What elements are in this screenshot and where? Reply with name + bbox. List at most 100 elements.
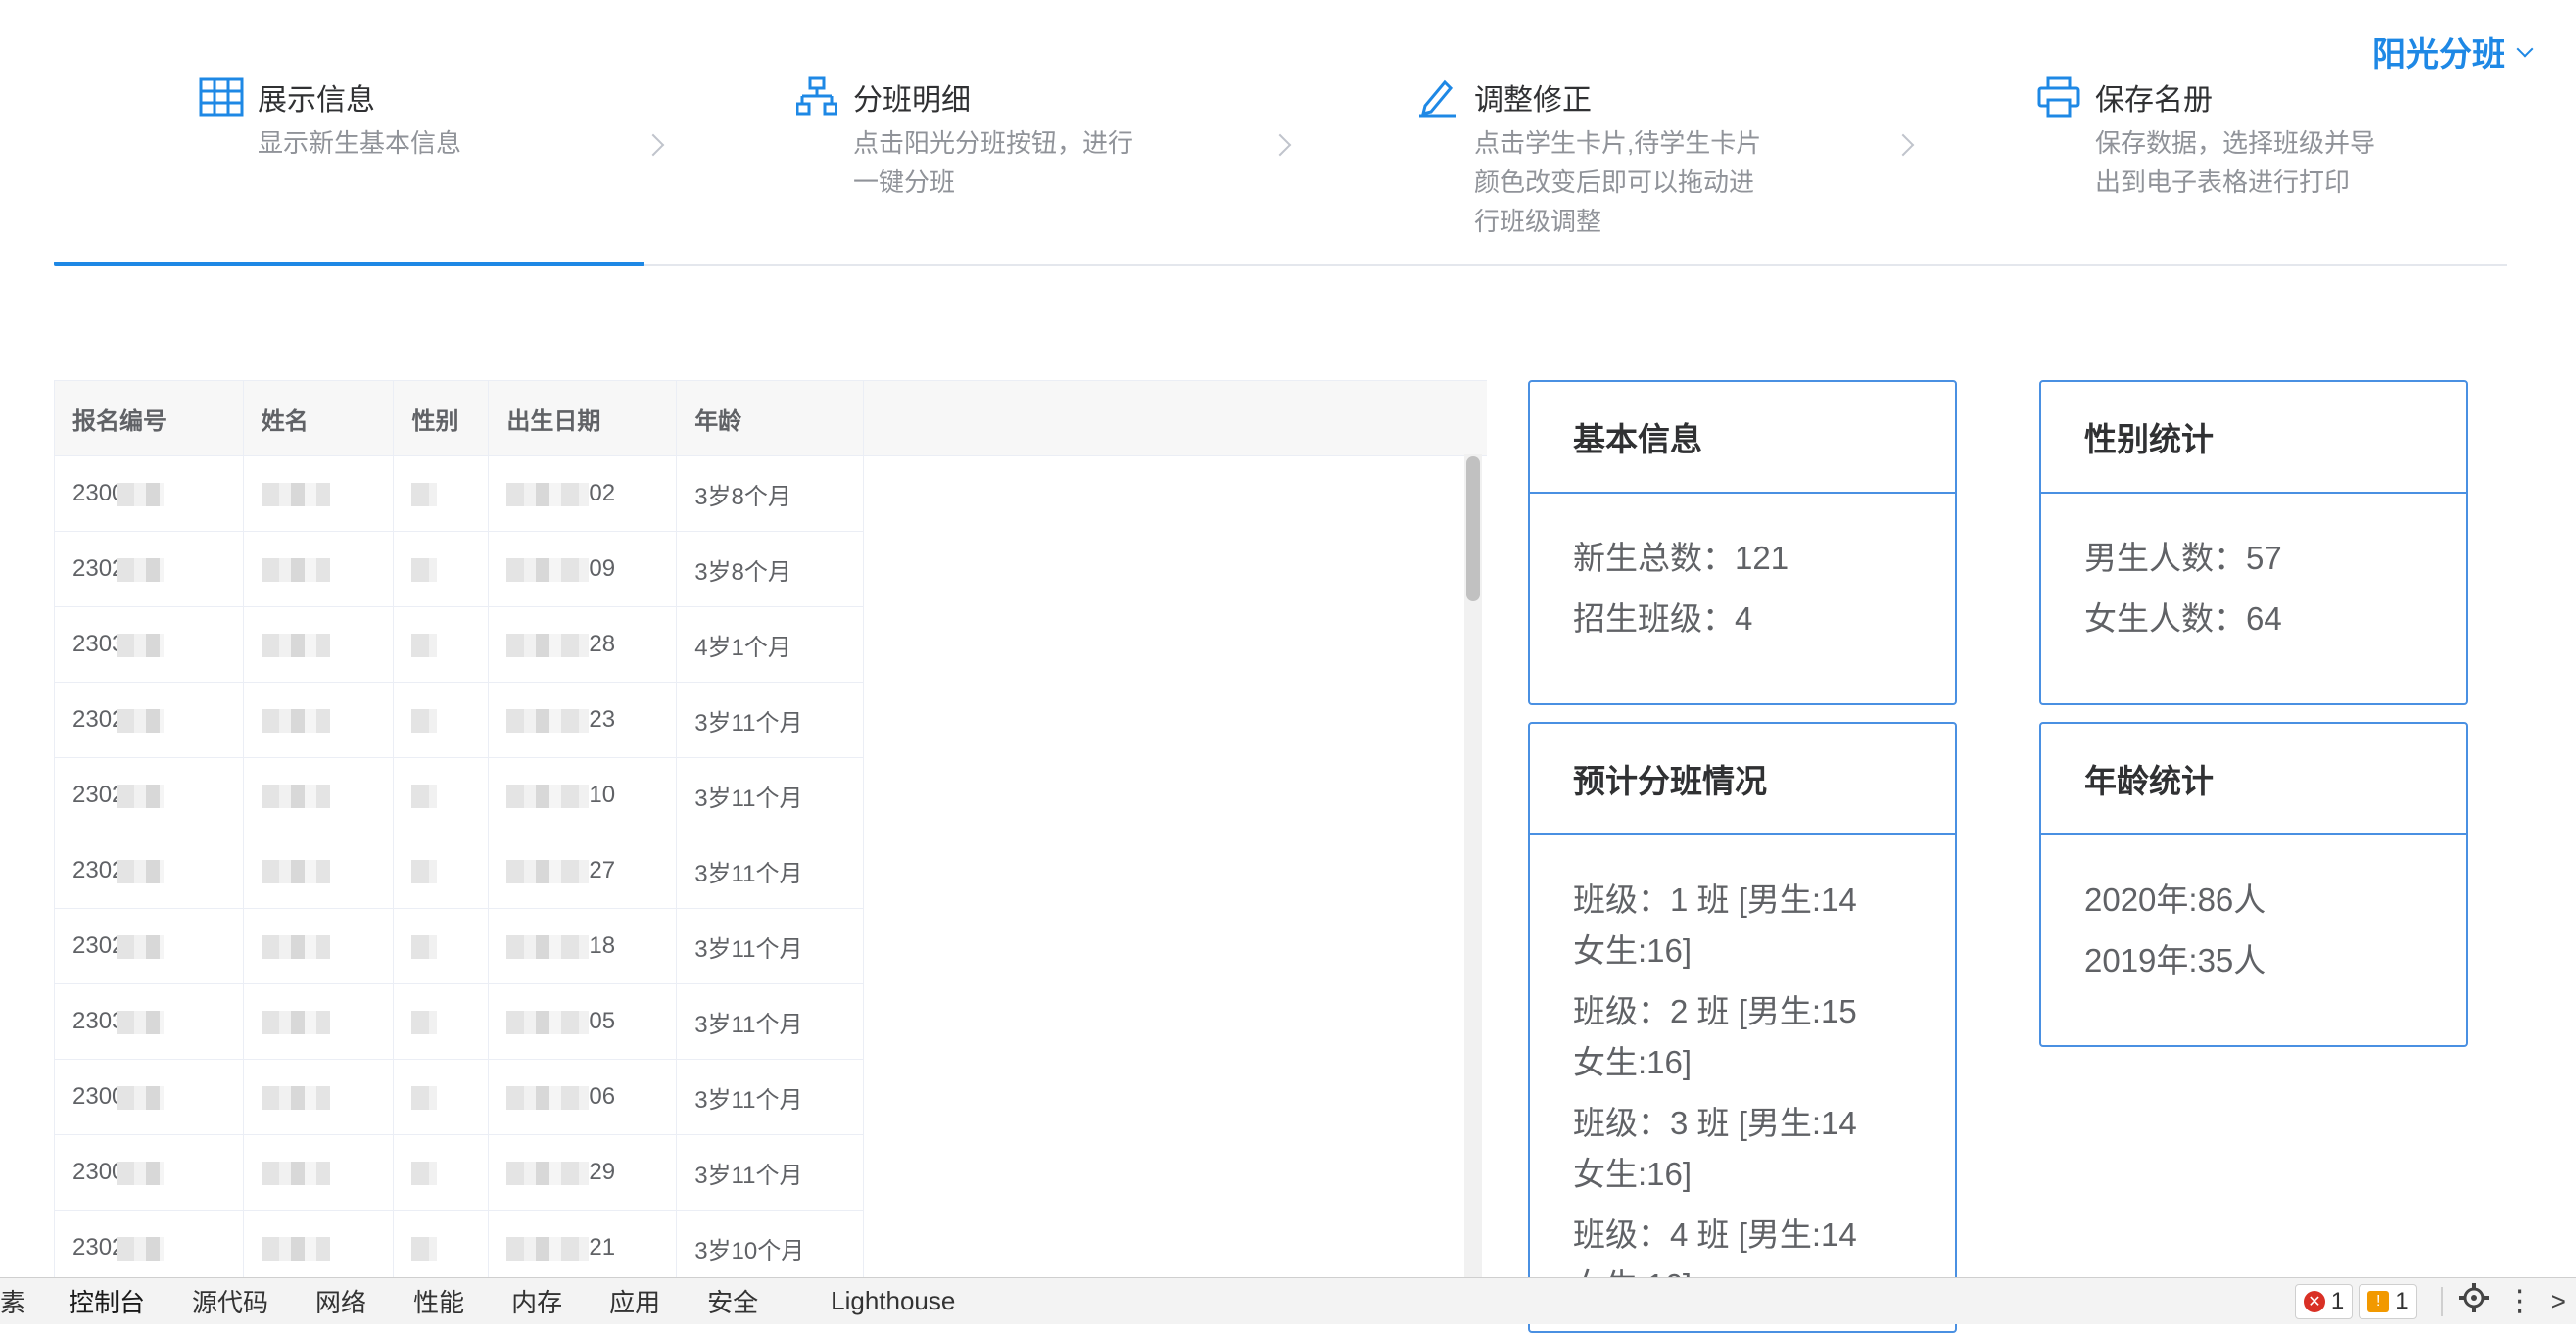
step-arrow-icon (642, 133, 665, 157)
header-registration-id[interactable]: 报名编号 (55, 381, 244, 456)
cell-age: 3岁11个月 (676, 757, 864, 833)
card-class-forecast: 预计分班情况 班级：1 班 [男生:14 女生:16] 班级：2 班 [男生:1… (1528, 722, 1957, 1333)
devtools-tab-lighthouse[interactable]: Lighthouse (831, 1286, 955, 1316)
table-row[interactable]: 2302 23 3岁11个月 (55, 682, 864, 758)
org-chart-icon (794, 74, 839, 119)
card-gender-stats: 性别统计 男生人数：57 女生人数：64 (2039, 380, 2468, 705)
close-icon[interactable]: > (2551, 1286, 2566, 1317)
table-scrollbar[interactable] (1464, 454, 1482, 1277)
cell-gender (393, 983, 490, 1060)
scrollbar-thumb[interactable] (1466, 456, 1480, 601)
step-desc: 显示新生基本信息 (258, 128, 462, 158)
table-row[interactable]: 2302 21 3岁10个月 (55, 1210, 864, 1278)
step-desc: 点击阳光分班按钮，进行一键分班 (853, 128, 1134, 197)
card-line: 班级：2 班 [男生:15 女生:16] (1573, 993, 1857, 1080)
table-row[interactable]: 2302 10 3岁11个月 (55, 757, 864, 833)
cell-gender (393, 1210, 490, 1278)
card-age-stats: 年龄统计 2020年:86人 2019年:35人 (2039, 722, 2468, 1047)
cell-gender (393, 1059, 490, 1135)
header-age[interactable]: 年龄 (676, 381, 864, 456)
cell-birthdate: 23 (488, 682, 678, 758)
devtools-separator (2440, 1286, 2443, 1316)
cell-registration-id: 2300 (55, 1134, 244, 1211)
card-line: 招生班级：4 (1573, 600, 1753, 637)
table-row[interactable]: 2303 05 3岁11个月 (55, 983, 864, 1060)
devtools-tab-elements[interactable]: 素 (0, 1283, 25, 1319)
cell-name (243, 908, 395, 984)
card-line: 2020年:86人 (2084, 881, 2266, 918)
cell-name (243, 833, 395, 909)
cell-age: 3岁11个月 (676, 983, 864, 1060)
cell-name (243, 606, 395, 683)
cell-birthdate: 28 (488, 606, 678, 683)
more-vertical-icon[interactable]: ⋮ (2505, 1284, 2535, 1318)
table-row[interactable]: 2302 09 3岁8个月 (55, 531, 864, 607)
header-gender[interactable]: 性别 (393, 381, 490, 456)
table-row[interactable]: 2300 29 3岁11个月 (55, 1134, 864, 1211)
warning-count-badge[interactable]: ! 1 (2359, 1283, 2417, 1319)
warning-count: 1 (2395, 1287, 2409, 1314)
cell-gender (393, 531, 490, 607)
cell-registration-id: 2302 (55, 908, 244, 984)
cell-registration-id: 2303 (55, 983, 244, 1060)
cell-registration-id: 2302 (55, 682, 244, 758)
table-row[interactable]: 2302 18 3岁11个月 (55, 908, 864, 984)
step-show-info[interactable]: 展示信息 显示新生基本信息 (199, 74, 551, 163)
table-row[interactable]: 2300 06 3岁11个月 (55, 1059, 864, 1135)
cell-registration-id: 2303 (55, 606, 244, 683)
cell-age: 3岁11个月 (676, 908, 864, 984)
cell-name (243, 531, 395, 607)
cell-birthdate: 06 (488, 1059, 678, 1135)
cell-gender (393, 455, 490, 532)
step-save-roster[interactable]: 保存名册 保存数据，选择班级并导出到电子表格进行打印 (2036, 74, 2389, 202)
devtools-tab-performance[interactable]: 性能 (413, 1283, 464, 1319)
table-header-filler (864, 381, 1487, 456)
devtools-tab-memory[interactable]: 内存 (511, 1283, 562, 1319)
step-adjust[interactable]: 调整修正 点击学生卡片,待学生卡片颜色改变后即可以拖动进行班级调整 (1415, 74, 1768, 241)
cell-birthdate: 05 (488, 983, 678, 1060)
devtools-bar: 素 控制台 源代码 网络 性能 内存 应用 安全 Lighthouse ✕ 1 … (0, 1277, 2576, 1324)
cell-gender (393, 606, 490, 683)
student-table: 报名编号 姓名 性别 出生日期 年龄 2300 02 3岁8个月 2302 09 3岁8个… (54, 380, 1487, 1279)
cell-name (243, 1210, 395, 1278)
cell-age: 3岁8个月 (676, 531, 864, 607)
cell-gender (393, 682, 490, 758)
card-line: 女生人数：64 (2084, 600, 2282, 637)
devtools-tab-security[interactable]: 安全 (707, 1283, 758, 1319)
steps-active-indicator (54, 262, 644, 266)
table-row[interactable]: 2303 28 4岁1个月 (55, 606, 864, 683)
cell-age: 3岁11个月 (676, 1134, 864, 1211)
cell-birthdate: 02 (488, 455, 678, 532)
card-basic-info: 基本信息 新生总数：121 招生班级：4 (1528, 380, 1957, 705)
header-birthdate[interactable]: 出生日期 (488, 381, 678, 456)
card-title: 年龄统计 (2041, 724, 2466, 835)
table-row[interactable]: 2302 27 3岁11个月 (55, 833, 864, 909)
gear-icon[interactable] (2458, 1282, 2490, 1320)
cell-birthdate: 10 (488, 757, 678, 833)
devtools-tab-application[interactable]: 应用 (609, 1283, 660, 1319)
cell-name (243, 757, 395, 833)
cell-age: 3岁8个月 (676, 455, 864, 532)
cell-birthdate: 09 (488, 531, 678, 607)
cell-registration-id: 2302 (55, 1210, 244, 1278)
step-class-detail[interactable]: 分班明细 点击阳光分班按钮，进行一键分班 (794, 74, 1147, 202)
devtools-tab-sources[interactable]: 源代码 (192, 1283, 268, 1319)
card-title: 性别统计 (2041, 382, 2466, 494)
error-count-badge[interactable]: ✕ 1 (2294, 1283, 2354, 1319)
warning-icon: ! (2367, 1290, 2390, 1312)
cell-name (243, 1059, 395, 1135)
cell-age: 4岁1个月 (676, 606, 864, 683)
cell-birthdate: 27 (488, 833, 678, 909)
devtools-tab-console[interactable]: 控制台 (69, 1283, 145, 1319)
card-line: 2019年:35人 (2084, 942, 2266, 978)
cell-name (243, 682, 395, 758)
card-line: 班级：3 班 [男生:14 女生:16] (1573, 1105, 1857, 1192)
cell-birthdate: 29 (488, 1134, 678, 1211)
header-name[interactable]: 姓名 (243, 381, 395, 456)
step-title: 分班明细 (853, 84, 971, 117)
step-arrow-icon (1891, 133, 1915, 157)
table-row[interactable]: 2300 02 3岁8个月 (55, 455, 864, 532)
cell-name (243, 983, 395, 1060)
devtools-tab-network[interactable]: 网络 (315, 1283, 366, 1319)
cell-gender (393, 757, 490, 833)
